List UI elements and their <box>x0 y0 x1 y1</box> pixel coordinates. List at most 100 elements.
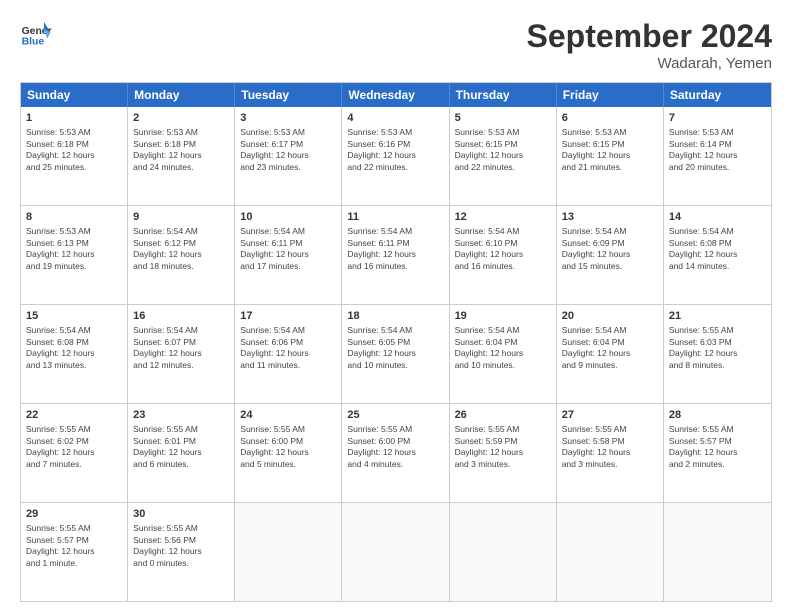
day-number: 22 <box>26 408 122 422</box>
day-number: 26 <box>455 408 551 422</box>
cal-cell-sep21: 21 Sunrise: 5:55 AMSunset: 6:03 PMDaylig… <box>664 305 771 403</box>
header: General Blue September 2024 Wadarah, Yem… <box>20 18 772 72</box>
cal-cell-sep3: 3 Sunrise: 5:53 AMSunset: 6:17 PMDayligh… <box>235 107 342 205</box>
day-number: 3 <box>240 111 336 125</box>
cal-row-1: 8 Sunrise: 5:53 AMSunset: 6:13 PMDayligh… <box>21 205 771 304</box>
cal-cell-empty <box>235 503 342 601</box>
day-info: Sunrise: 5:55 AMSunset: 5:59 PMDaylight:… <box>455 424 551 470</box>
cal-cell-sep20: 20 Sunrise: 5:54 AMSunset: 6:04 PMDaylig… <box>557 305 664 403</box>
day-info: Sunrise: 5:55 AMSunset: 5:58 PMDaylight:… <box>562 424 658 470</box>
cal-cell-sep23: 23 Sunrise: 5:55 AMSunset: 6:01 PMDaylig… <box>128 404 235 502</box>
day-number: 1 <box>26 111 122 125</box>
day-info: Sunrise: 5:54 AMSunset: 6:11 PMDaylight:… <box>347 226 443 272</box>
day-number: 28 <box>669 408 766 422</box>
day-number: 7 <box>669 111 766 125</box>
cal-cell-sep9: 9 Sunrise: 5:54 AMSunset: 6:12 PMDayligh… <box>128 206 235 304</box>
weekday-sunday: Sunday <box>21 83 128 107</box>
cal-cell-sep22: 22 Sunrise: 5:55 AMSunset: 6:02 PMDaylig… <box>21 404 128 502</box>
cal-cell-sep29: 29 Sunrise: 5:55 AMSunset: 5:57 PMDaylig… <box>21 503 128 601</box>
day-number: 5 <box>455 111 551 125</box>
day-number: 24 <box>240 408 336 422</box>
cal-cell-sep17: 17 Sunrise: 5:54 AMSunset: 6:06 PMDaylig… <box>235 305 342 403</box>
cal-cell-empty <box>664 503 771 601</box>
day-info: Sunrise: 5:54 AMSunset: 6:12 PMDaylight:… <box>133 226 229 272</box>
day-number: 13 <box>562 210 658 224</box>
cal-cell-sep16: 16 Sunrise: 5:54 AMSunset: 6:07 PMDaylig… <box>128 305 235 403</box>
logo-icon: General Blue <box>20 18 52 50</box>
month-title: September 2024 <box>527 18 772 55</box>
day-number: 16 <box>133 309 229 323</box>
day-info: Sunrise: 5:55 AMSunset: 5:57 PMDaylight:… <box>26 523 122 569</box>
day-number: 6 <box>562 111 658 125</box>
cal-cell-sep13: 13 Sunrise: 5:54 AMSunset: 6:09 PMDaylig… <box>557 206 664 304</box>
cal-cell-empty <box>450 503 557 601</box>
cal-cell-sep18: 18 Sunrise: 5:54 AMSunset: 6:05 PMDaylig… <box>342 305 449 403</box>
cal-cell-sep5: 5 Sunrise: 5:53 AMSunset: 6:15 PMDayligh… <box>450 107 557 205</box>
cal-cell-sep28: 28 Sunrise: 5:55 AMSunset: 5:57 PMDaylig… <box>664 404 771 502</box>
day-info: Sunrise: 5:55 AMSunset: 6:00 PMDaylight:… <box>347 424 443 470</box>
day-info: Sunrise: 5:53 AMSunset: 6:15 PMDaylight:… <box>455 127 551 173</box>
day-number: 17 <box>240 309 336 323</box>
cal-cell-empty <box>557 503 664 601</box>
title-block: September 2024 Wadarah, Yemen <box>527 18 772 72</box>
cal-cell-sep30: 30 Sunrise: 5:55 AMSunset: 5:56 PMDaylig… <box>128 503 235 601</box>
day-number: 23 <box>133 408 229 422</box>
weekday-saturday: Saturday <box>664 83 771 107</box>
cal-cell-sep8: 8 Sunrise: 5:53 AMSunset: 6:13 PMDayligh… <box>21 206 128 304</box>
day-number: 9 <box>133 210 229 224</box>
day-info: Sunrise: 5:55 AMSunset: 6:01 PMDaylight:… <box>133 424 229 470</box>
cal-cell-sep4: 4 Sunrise: 5:53 AMSunset: 6:16 PMDayligh… <box>342 107 449 205</box>
day-number: 20 <box>562 309 658 323</box>
day-number: 12 <box>455 210 551 224</box>
day-info: Sunrise: 5:54 AMSunset: 6:10 PMDaylight:… <box>455 226 551 272</box>
location: Wadarah, Yemen <box>527 55 772 72</box>
day-info: Sunrise: 5:54 AMSunset: 6:11 PMDaylight:… <box>240 226 336 272</box>
day-info: Sunrise: 5:54 AMSunset: 6:09 PMDaylight:… <box>562 226 658 272</box>
cal-cell-sep25: 25 Sunrise: 5:55 AMSunset: 6:00 PMDaylig… <box>342 404 449 502</box>
svg-text:Blue: Blue <box>22 36 45 47</box>
cal-cell-sep11: 11 Sunrise: 5:54 AMSunset: 6:11 PMDaylig… <box>342 206 449 304</box>
day-info: Sunrise: 5:55 AMSunset: 6:00 PMDaylight:… <box>240 424 336 470</box>
day-info: Sunrise: 5:54 AMSunset: 6:06 PMDaylight:… <box>240 325 336 371</box>
cal-cell-empty <box>342 503 449 601</box>
day-number: 21 <box>669 309 766 323</box>
cal-row-4: 29 Sunrise: 5:55 AMSunset: 5:57 PMDaylig… <box>21 502 771 601</box>
day-number: 11 <box>347 210 443 224</box>
day-info: Sunrise: 5:53 AMSunset: 6:16 PMDaylight:… <box>347 127 443 173</box>
logo: General Blue <box>20 18 52 50</box>
day-number: 10 <box>240 210 336 224</box>
cal-cell-sep1: 1 Sunrise: 5:53 AMSunset: 6:18 PMDayligh… <box>21 107 128 205</box>
page: General Blue September 2024 Wadarah, Yem… <box>0 0 792 612</box>
cal-cell-sep7: 7 Sunrise: 5:53 AMSunset: 6:14 PMDayligh… <box>664 107 771 205</box>
day-number: 18 <box>347 309 443 323</box>
day-info: Sunrise: 5:55 AMSunset: 5:56 PMDaylight:… <box>133 523 229 569</box>
day-number: 8 <box>26 210 122 224</box>
cal-cell-sep10: 10 Sunrise: 5:54 AMSunset: 6:11 PMDaylig… <box>235 206 342 304</box>
cal-row-0: 1 Sunrise: 5:53 AMSunset: 6:18 PMDayligh… <box>21 107 771 205</box>
weekday-monday: Monday <box>128 83 235 107</box>
cal-cell-sep19: 19 Sunrise: 5:54 AMSunset: 6:04 PMDaylig… <box>450 305 557 403</box>
day-info: Sunrise: 5:55 AMSunset: 6:03 PMDaylight:… <box>669 325 766 371</box>
day-number: 25 <box>347 408 443 422</box>
calendar-header: Sunday Monday Tuesday Wednesday Thursday… <box>21 83 771 107</box>
day-info: Sunrise: 5:55 AMSunset: 6:02 PMDaylight:… <box>26 424 122 470</box>
day-info: Sunrise: 5:54 AMSunset: 6:05 PMDaylight:… <box>347 325 443 371</box>
day-number: 27 <box>562 408 658 422</box>
day-info: Sunrise: 5:54 AMSunset: 6:04 PMDaylight:… <box>562 325 658 371</box>
cal-cell-sep2: 2 Sunrise: 5:53 AMSunset: 6:18 PMDayligh… <box>128 107 235 205</box>
day-info: Sunrise: 5:54 AMSunset: 6:08 PMDaylight:… <box>669 226 766 272</box>
day-info: Sunrise: 5:53 AMSunset: 6:18 PMDaylight:… <box>133 127 229 173</box>
day-info: Sunrise: 5:53 AMSunset: 6:17 PMDaylight:… <box>240 127 336 173</box>
cal-cell-sep24: 24 Sunrise: 5:55 AMSunset: 6:00 PMDaylig… <box>235 404 342 502</box>
cal-cell-sep15: 15 Sunrise: 5:54 AMSunset: 6:08 PMDaylig… <box>21 305 128 403</box>
day-number: 15 <box>26 309 122 323</box>
day-number: 4 <box>347 111 443 125</box>
day-number: 30 <box>133 507 229 521</box>
day-info: Sunrise: 5:53 AMSunset: 6:13 PMDaylight:… <box>26 226 122 272</box>
cal-row-2: 15 Sunrise: 5:54 AMSunset: 6:08 PMDaylig… <box>21 304 771 403</box>
calendar: Sunday Monday Tuesday Wednesday Thursday… <box>20 82 772 602</box>
day-number: 2 <box>133 111 229 125</box>
weekday-tuesday: Tuesday <box>235 83 342 107</box>
day-info: Sunrise: 5:54 AMSunset: 6:04 PMDaylight:… <box>455 325 551 371</box>
cal-cell-sep27: 27 Sunrise: 5:55 AMSunset: 5:58 PMDaylig… <box>557 404 664 502</box>
